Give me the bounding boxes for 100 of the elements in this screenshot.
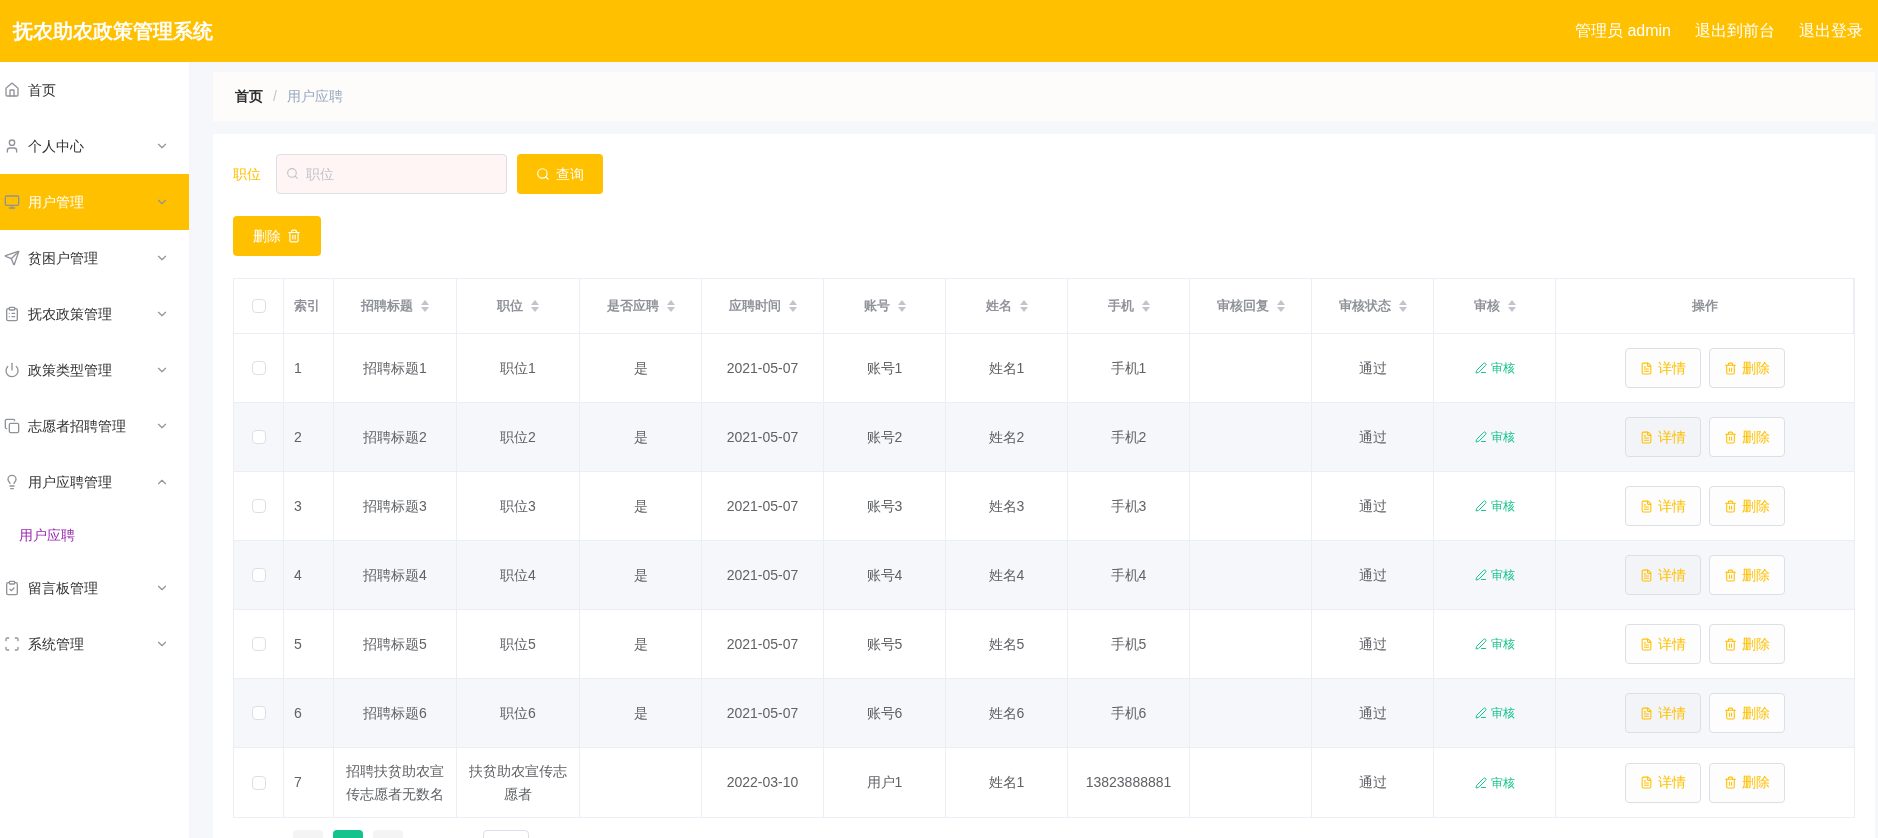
review-link[interactable]: 审核 [1474, 359, 1515, 377]
document-icon [1640, 430, 1653, 444]
details-button[interactable]: 详情 [1625, 693, 1701, 733]
trash-icon [1724, 637, 1737, 651]
table-cell-text: 姓名1 [988, 773, 1025, 792]
sort-icon[interactable] [1141, 300, 1150, 312]
search-icon [536, 167, 550, 181]
sort-icon[interactable] [788, 300, 797, 312]
pencil-icon [1474, 569, 1487, 581]
details-button[interactable]: 详情 [1625, 762, 1701, 803]
sidebar-item[interactable]: 首页 [0, 62, 189, 118]
review-link[interactable]: 审核 [1474, 497, 1515, 515]
query-button[interactable]: 查询 [517, 154, 603, 194]
table-cell-text: 6 [294, 703, 302, 723]
column-header[interactable]: 应聘时间 [728, 296, 797, 316]
clipboard-icon [4, 306, 20, 322]
checkbox[interactable] [251, 299, 266, 313]
review-link[interactable]: 审核 [1474, 566, 1515, 584]
table-cell-text: 账号6 [866, 703, 903, 723]
table-cell-text: 是 [633, 358, 648, 378]
review-link[interactable]: 审核 [1474, 428, 1515, 446]
delete-button[interactable]: 删除 [1709, 348, 1785, 388]
table-cell-text: 职位4 [500, 565, 536, 585]
table-cell-text: 手机4 [1110, 565, 1147, 585]
breadcrumb-item[interactable]: 首页 [235, 86, 263, 107]
checkbox[interactable] [251, 361, 266, 375]
table-cell-text: 是 [633, 565, 648, 585]
delete-button[interactable]: 删除 [1709, 486, 1785, 526]
delete-button[interactable]: 删除 [1709, 555, 1785, 595]
column-header[interactable]: 姓名 [985, 296, 1028, 316]
table-cell-text: 7 [294, 773, 302, 792]
table-cell-text: 手机6 [1110, 703, 1147, 723]
header-link[interactable]: 退出到前台 [1695, 19, 1775, 43]
sidebar-item[interactable]: 志愿者招聘管理 [0, 398, 189, 454]
review-link[interactable]: 审核 [1474, 773, 1515, 792]
sort-icon[interactable] [897, 300, 906, 312]
details-button[interactable]: 详情 [1625, 486, 1701, 526]
sidebar-item[interactable]: 抚农政策管理 [0, 286, 189, 342]
trash-icon [1724, 706, 1737, 720]
sort-icon[interactable] [1398, 300, 1407, 312]
checkbox[interactable] [251, 637, 266, 651]
sidebar-item[interactable]: 政策类型管理 [0, 342, 189, 398]
pencil-icon [1474, 500, 1487, 512]
pencil-icon [1474, 431, 1487, 443]
sidebar-item[interactable]: 个人中心 [0, 118, 189, 174]
sidebar-item[interactable]: 用户管理 [0, 174, 189, 230]
sort-icon[interactable] [1276, 300, 1285, 312]
column-header[interactable]: 职位 [497, 296, 539, 316]
sort-icon[interactable] [666, 300, 675, 312]
checkbox[interactable] [251, 499, 266, 513]
column-header[interactable]: 是否应聘 [606, 296, 675, 316]
checkbox[interactable] [251, 706, 266, 720]
bulk-delete-button[interactable]: 删除 [233, 216, 321, 256]
column-header[interactable]: 审核状态 [1338, 296, 1407, 316]
sort-icon[interactable] [531, 300, 539, 312]
details-button[interactable]: 详情 [1625, 348, 1701, 388]
checkbox[interactable] [251, 430, 266, 444]
review-link[interactable]: 审核 [1474, 635, 1515, 653]
table-cell-text: 姓名2 [988, 427, 1025, 447]
delete-button[interactable]: 删除 [1709, 693, 1785, 733]
checkbox[interactable] [251, 568, 266, 582]
checkbox[interactable] [251, 775, 266, 790]
header-link[interactable]: 退出登录 [1799, 19, 1863, 43]
table-cell-text: 姓名1 [988, 358, 1025, 378]
table-cell-text: 招聘标题3 [363, 496, 427, 516]
column-header: 操作 [1691, 297, 1718, 316]
table-cell-text: 通过 [1358, 634, 1387, 654]
sidebar-item[interactable]: 贫困户管理 [0, 230, 189, 286]
column-header[interactable]: 审核 [1473, 296, 1516, 316]
sort-icon[interactable] [1019, 300, 1028, 312]
sidebar-item[interactable]: 留言板管理 [0, 560, 189, 616]
table-cell-text: 用户1 [866, 773, 903, 792]
sidebar-subitem[interactable]: 用户应聘 [0, 510, 189, 560]
table-cell-text: 职位3 [500, 496, 536, 516]
column-header[interactable]: 审核回复 [1216, 296, 1285, 316]
search-field[interactable]: 职位 [276, 154, 507, 194]
delete-button[interactable]: 删除 [1709, 762, 1785, 803]
table-cell-text: 招聘标题1 [363, 358, 427, 378]
column-header[interactable]: 手机 [1107, 296, 1150, 316]
column-header[interactable]: 招聘标题 [361, 296, 429, 316]
sort-icon[interactable] [421, 300, 429, 312]
sort-icon[interactable] [1507, 300, 1516, 312]
review-link[interactable]: 审核 [1474, 704, 1515, 722]
app-title: 抚农助农政策管理系统 [13, 19, 213, 44]
delete-button[interactable]: 删除 [1709, 624, 1785, 664]
details-button[interactable]: 详情 [1625, 555, 1701, 595]
table-cell-text: 招聘标题4 [363, 565, 427, 585]
table-cell-text: 招聘标题5 [363, 634, 427, 654]
details-button[interactable]: 详情 [1625, 417, 1701, 457]
document-icon [1640, 568, 1653, 582]
table-cell-text: 1 [294, 358, 302, 378]
delete-button[interactable]: 删除 [1709, 417, 1785, 457]
pencil-icon [1474, 362, 1487, 374]
sidebar-item[interactable]: 系统管理 [0, 616, 189, 672]
sidebar-item[interactable]: 用户应聘管理 [0, 454, 189, 510]
table-cell-text: 通过 [1358, 703, 1387, 723]
table-cell-text: 姓名4 [988, 565, 1025, 585]
search-icon [286, 167, 299, 180]
details-button[interactable]: 详情 [1625, 624, 1701, 664]
column-header[interactable]: 账号 [863, 296, 906, 316]
